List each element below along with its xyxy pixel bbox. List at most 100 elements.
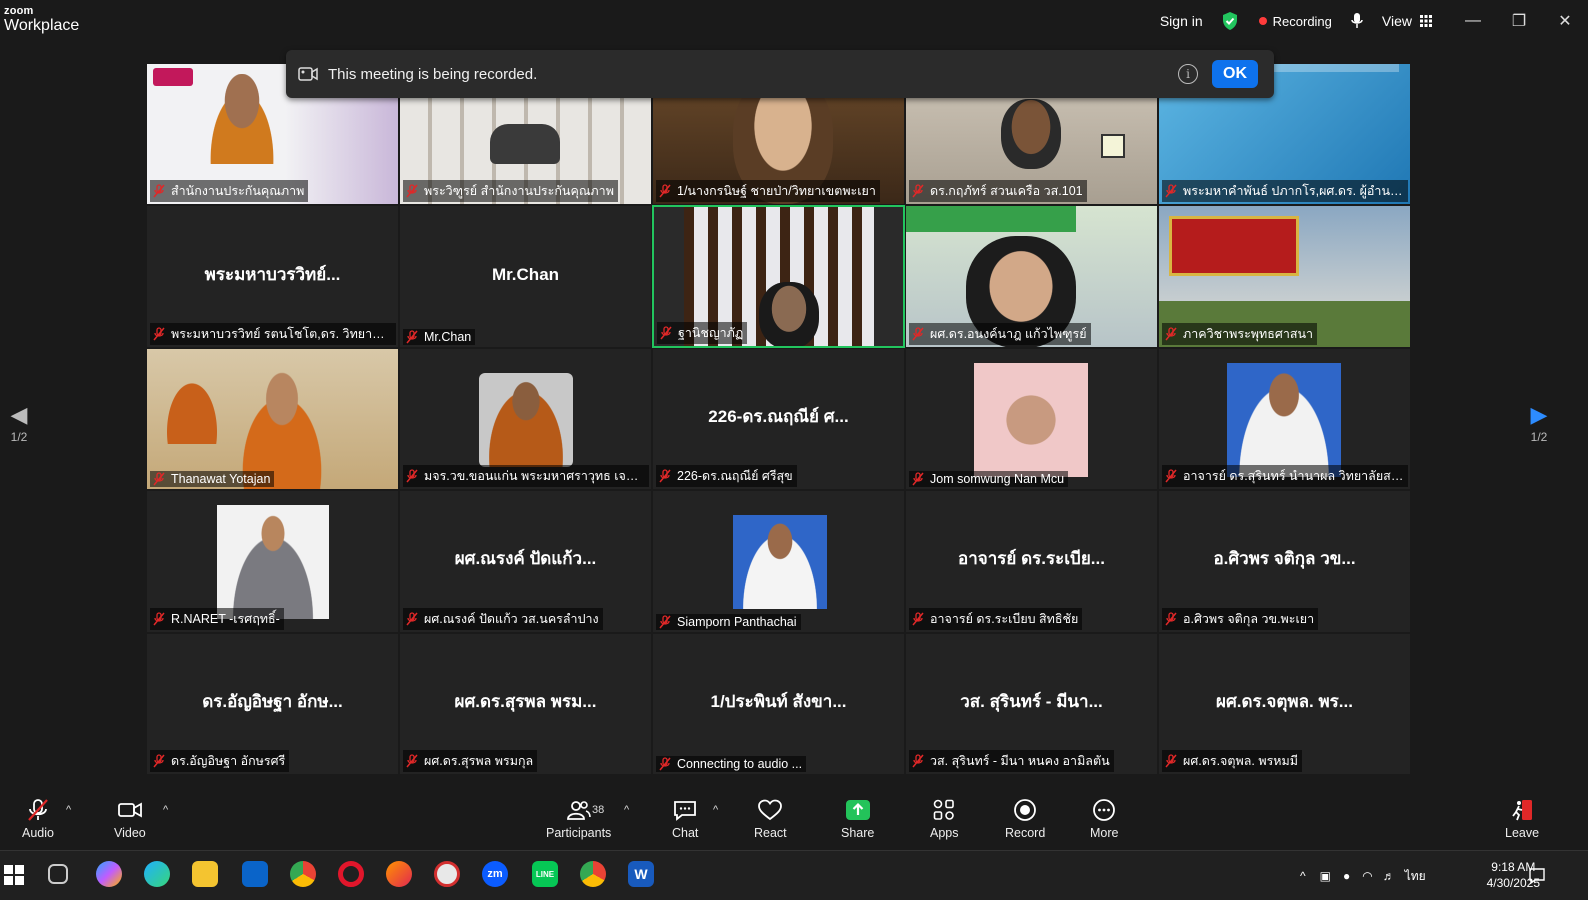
participant-tile[interactable]: R.NARET -เรศฤทธิ์- bbox=[146, 490, 399, 633]
opera-icon[interactable] bbox=[338, 861, 364, 887]
chat-label: Chat bbox=[672, 826, 699, 840]
participant-name-label: อาจารย์ ดร.ระเบียบ สิทธิชัย bbox=[909, 607, 1083, 630]
chat-options-chevron-icon[interactable]: ^ bbox=[713, 804, 718, 816]
video-button[interactable]: Video bbox=[114, 798, 146, 840]
participant-name: พระมหาคำพันธ์ ปภากโร,ผศ.ดร. ผู้อำนวยการ.… bbox=[1183, 184, 1404, 199]
edge-browser-icon[interactable] bbox=[144, 861, 170, 887]
participant-tile[interactable]: Jom somwung Nan Mcu bbox=[905, 347, 1158, 491]
chrome-icon[interactable] bbox=[290, 861, 316, 887]
participant-tile[interactable]: อาจารย์ ดร.ระเบีย... อาจารย์ ดร.ระเบียบ ส… bbox=[905, 490, 1158, 633]
participant-name-label: 1/นางกรนิษฐ์ ชายป่า/วิทยาเขตพะเยา bbox=[656, 180, 880, 203]
title-bar: zoom Workplace Sign in Recording View — … bbox=[0, 0, 1588, 42]
participant-tile[interactable]: ผศ.ดร.สุรพล พรม... ผศ.ดร.สุรพล พรมกุล bbox=[399, 632, 652, 775]
tray-mic-icon[interactable]: ● bbox=[1343, 869, 1350, 883]
participant-display-name: ผศ.ดร.จตุพล. พร... bbox=[1216, 691, 1353, 711]
participant-tile[interactable]: 1/ประพินท์ สังขา... Connecting to audio .… bbox=[652, 632, 905, 775]
chevron-left-icon[interactable]: ◀ bbox=[4, 400, 34, 430]
participant-tile[interactable]: ผศ.ณรงค์ ปัดแก้ว... ผศ.ณรงค์ ปัดแก้ว วส.น… bbox=[399, 490, 652, 633]
participant-tile[interactable]: Thanawat Yotajan bbox=[146, 347, 399, 491]
sign-in-link[interactable]: Sign in bbox=[1160, 13, 1203, 29]
outlook-icon[interactable] bbox=[242, 861, 268, 887]
chrome-profile-icon[interactable] bbox=[580, 861, 606, 887]
copilot-icon[interactable] bbox=[96, 861, 122, 887]
tray-chevron-icon[interactable]: ^ bbox=[1300, 869, 1306, 883]
firefox-icon[interactable] bbox=[386, 861, 412, 887]
info-icon[interactable]: i bbox=[1178, 64, 1198, 84]
recording-camera-icon bbox=[298, 67, 318, 81]
restore-icon[interactable]: ❐ bbox=[1496, 0, 1542, 42]
muted-mic-icon bbox=[406, 330, 418, 344]
participant-tile[interactable]: มจร.วข.ขอนแก่น พระมหาศราวุทธ เจตรา bbox=[399, 347, 652, 491]
participant-tile[interactable]: อ.ศิวพร จติกุล วข... อ.ศิวพร จติกุล วข.พะ… bbox=[1158, 490, 1411, 633]
participant-tile[interactable]: 226-ดร.ณฤณีย์ ศ... 226-ดร.ณฤณีย์ ศรีสุข bbox=[652, 347, 905, 491]
recording-indicator[interactable]: Recording bbox=[1258, 14, 1332, 29]
participant-name: Jom somwung Nan Mcu bbox=[930, 472, 1065, 487]
participant-tile[interactable]: วส. สุรินทร์ - มีนา... วส. สุรินทร์ - มีน… bbox=[905, 632, 1158, 775]
apps-button[interactable]: Apps bbox=[930, 798, 959, 840]
page-indicator-left: 1/2 bbox=[10, 430, 28, 444]
view-menu[interactable]: View bbox=[1382, 13, 1432, 29]
chevron-right-icon[interactable]: ▶ bbox=[1524, 400, 1554, 430]
record-label: Record bbox=[1005, 826, 1046, 840]
participant-tile[interactable]: ดร.อัญอิษฐา อักษ... ดร.อัญอิษฐา อักษรศรี bbox=[146, 632, 399, 775]
leave-button[interactable]: Leave bbox=[1505, 798, 1539, 840]
screen-recorder-icon[interactable] bbox=[434, 861, 460, 887]
participant-name-label: พระมหาบวรวิทย์ รตนโชโต,ดร. วิทยาลัยสงฆ์น… bbox=[150, 322, 396, 345]
participant-display-name: อาจารย์ ดร.ระเบีย... bbox=[958, 549, 1105, 569]
participant-name: วส. สุรินทร์ - มีนา หนคง อามิลตัน bbox=[930, 753, 1110, 768]
react-button[interactable]: React bbox=[754, 798, 787, 840]
participant-name-label: Connecting to audio ... bbox=[656, 755, 807, 772]
more-button[interactable]: More bbox=[1090, 798, 1118, 840]
participant-name: พระวิฑูรย์ สำนักงานประกันคุณภาพ bbox=[424, 184, 614, 199]
participant-name-label: อ.ศิวพร จติกุล วข.พะเยา bbox=[1162, 607, 1319, 630]
participant-tile[interactable]: ภาควิชาพระพุทธศาสนา bbox=[1158, 205, 1411, 348]
volume-icon[interactable]: ♬ bbox=[1383, 869, 1395, 883]
windows-start-icon[interactable] bbox=[4, 865, 24, 885]
participant-tile[interactable]: พระมหาบวรวิทย์... พระมหาบวรวิทย์ รตนโชโต,… bbox=[146, 205, 399, 348]
participant-name-label: ฐานิชญาภัฏ bbox=[657, 321, 748, 344]
notification-icon[interactable] bbox=[1528, 867, 1546, 885]
recording-notification: This meeting is being recorded. i OK bbox=[286, 50, 1274, 98]
video-options-chevron-icon[interactable]: ^ bbox=[163, 804, 168, 816]
security-shield-icon[interactable] bbox=[1221, 11, 1239, 31]
participant-tile[interactable]: ผศ.ดร.อนงค์นาฎ แก้วไพฑูรย์ bbox=[905, 205, 1158, 348]
participant-name-label: อาจารย์ ดร.สุรินทร์ นำนาผล วิทยาลัยสงฆ์เ… bbox=[1162, 465, 1408, 488]
participant-tile[interactable]: ฐานิชญาภัฏ bbox=[652, 205, 905, 348]
participants-count: 38 bbox=[592, 804, 605, 816]
mic-status-icon[interactable] bbox=[1350, 12, 1364, 30]
file-explorer-icon[interactable] bbox=[192, 861, 218, 887]
participant-tile[interactable]: Mr.Chan Mr.Chan bbox=[399, 205, 652, 348]
audio-options-chevron-icon[interactable]: ^ bbox=[66, 804, 71, 816]
participant-tile[interactable]: Siamporn Panthachai bbox=[652, 490, 905, 633]
participants-icon bbox=[566, 801, 591, 820]
participants-options-chevron-icon[interactable]: ^ bbox=[624, 804, 629, 816]
record-button[interactable]: Record bbox=[1005, 798, 1045, 840]
participant-tile[interactable]: อาจารย์ ดร.สุรินทร์ นำนาผล วิทยาลัยสงฆ์เ… bbox=[1158, 347, 1411, 491]
participant-name-label: ดร.อัญอิษฐา อักษรศรี bbox=[150, 749, 290, 772]
participant-name: ผศ.ณรงค์ ปัดแก้ว วส.นครลำปาง bbox=[424, 611, 599, 626]
muted-mic-icon bbox=[406, 611, 418, 626]
muted-mic-icon bbox=[1165, 469, 1177, 483]
wifi-icon[interactable]: ◠ bbox=[1362, 869, 1372, 883]
previous-page[interactable]: ◀ 1/2 bbox=[4, 400, 34, 444]
word-icon[interactable]: W bbox=[628, 861, 654, 887]
participant-name-label: พระวิฑูรย์ สำนักงานประกันคุณภาพ bbox=[403, 180, 618, 203]
language-indicator[interactable]: ไทย bbox=[1405, 867, 1426, 886]
task-view-icon[interactable] bbox=[48, 864, 68, 884]
zoom-taskbar-icon[interactable]: zm bbox=[482, 861, 508, 887]
audio-button[interactable]: Audio bbox=[22, 798, 54, 840]
share-button[interactable]: Share bbox=[841, 798, 874, 840]
ok-button[interactable]: OK bbox=[1212, 60, 1258, 88]
muted-mic-icon bbox=[659, 614, 671, 629]
muted-mic-icon bbox=[1165, 327, 1177, 341]
close-icon[interactable]: ✕ bbox=[1542, 0, 1588, 42]
muted-mic-icon bbox=[912, 754, 924, 768]
participant-tile[interactable]: ผศ.ดร.จตุพล. พร... ผศ.ดร.จตุพล. พรหมมี bbox=[1158, 632, 1411, 775]
chat-button[interactable]: Chat bbox=[672, 798, 698, 840]
tray-camera-icon[interactable]: ▣ bbox=[1320, 869, 1331, 883]
muted-mic-icon bbox=[153, 754, 165, 768]
participant-name: ภาควิชาพระพุทธศาสนา bbox=[1183, 326, 1314, 341]
minimize-icon[interactable]: — bbox=[1450, 0, 1496, 42]
line-icon[interactable]: LINE bbox=[532, 861, 558, 887]
next-page[interactable]: ▶ 1/2 bbox=[1524, 400, 1554, 444]
